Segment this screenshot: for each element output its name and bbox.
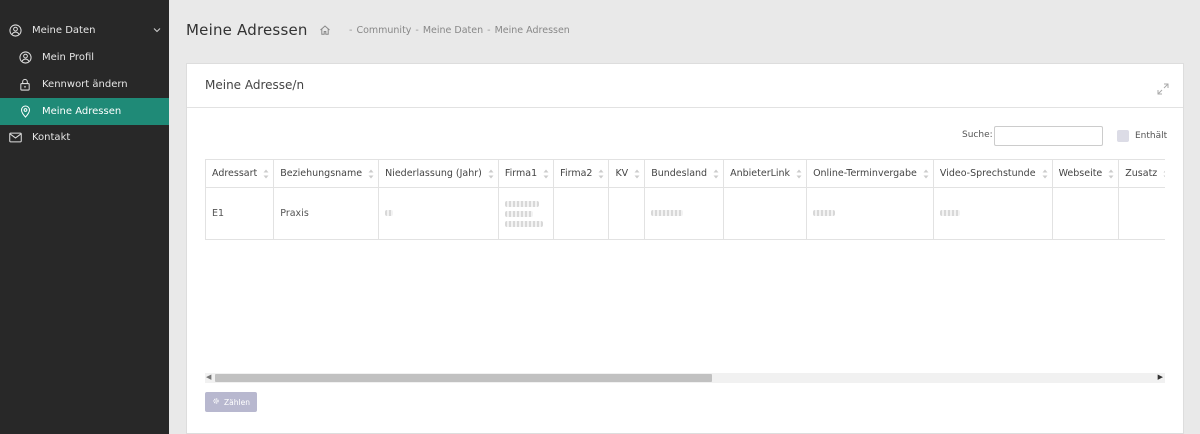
sidebar: Meine Daten Mein Profil Kennwort ändern … [0, 0, 169, 434]
search-label: Suche: [962, 130, 993, 140]
map-pin-icon [18, 105, 32, 119]
cell-video-sprechstunde [932, 187, 1053, 240]
contains-label: Enthält [1135, 131, 1168, 141]
sort-icon [634, 169, 640, 179]
column-header-webseite[interactable]: Webseite [1051, 159, 1120, 188]
scroll-right-icon[interactable]: ▶ [1158, 373, 1163, 381]
card-header: Meine Adresse/n [187, 64, 1183, 108]
addresses-table: Adressart Beziehungsname Niederlassung (… [205, 159, 1165, 240]
sidebar-group-meine-daten[interactable]: Meine Daten [0, 17, 169, 44]
cell-firma2 [553, 187, 610, 240]
lock-icon [18, 78, 32, 92]
breadcrumb-community[interactable]: Community [356, 25, 411, 36]
chevron-down-icon [153, 26, 161, 37]
sidebar-item-label: Kontakt [32, 132, 71, 143]
cell-webseite [1051, 187, 1120, 240]
redacted-text [385, 210, 394, 216]
breadcrumb-meine-daten[interactable]: Meine Daten [423, 25, 483, 36]
column-header-zusatz[interactable]: Zusatz [1118, 159, 1165, 188]
breadcrumb: - Community - Meine Daten - Meine Adress… [319, 24, 570, 36]
cell-niederlassung [378, 187, 499, 240]
table-header-row: Adressart Beziehungsname Niederlassung (… [205, 159, 1165, 188]
column-header-anbieterlink[interactable]: AnbieterLink [723, 159, 808, 188]
redacted-text [504, 220, 543, 227]
user-circle-icon [18, 51, 32, 65]
sidebar-item-mein-profil[interactable]: Mein Profil [0, 44, 169, 71]
column-header-kv[interactable]: KV [608, 159, 646, 188]
breadcrumb-meine-adressen: Meine Adressen [494, 24, 570, 36]
sidebar-item-label: Mein Profil [42, 52, 95, 63]
sort-icon [713, 169, 719, 179]
column-header-online-terminvergabe[interactable]: Online-Terminvergabe [806, 159, 934, 188]
sort-icon [1108, 169, 1114, 179]
sort-icon [368, 169, 374, 179]
sort-icon [263, 169, 269, 179]
horizontal-scrollbar[interactable]: ◀ ▶ [205, 373, 1165, 383]
sidebar-item-kontakt[interactable]: Kontakt [0, 124, 169, 151]
addresses-table-wrapper: Adressart Beziehungsname Niederlassung (… [205, 159, 1165, 375]
redacted-text [651, 210, 684, 216]
sort-icon [598, 169, 604, 179]
redacted-text [813, 210, 836, 216]
column-header-video-sprechstunde[interactable]: Video-Sprechstunde [932, 159, 1053, 188]
sort-icon [543, 169, 549, 179]
table-row[interactable]: E1 Praxis [205, 187, 1165, 240]
breadcrumb-separator: - [415, 24, 419, 36]
cell-online-terminvergabe [806, 187, 934, 240]
cell-adressart: E1 [205, 187, 275, 240]
redacted-text [504, 210, 533, 217]
user-circle-icon [8, 24, 22, 38]
cell-kv [608, 187, 646, 240]
column-header-firma1[interactable]: Firma1 [497, 159, 555, 188]
column-header-niederlassung[interactable]: Niederlassung (Jahr) [378, 159, 499, 188]
scrollbar-thumb[interactable] [215, 374, 712, 382]
gear-icon [212, 397, 220, 407]
sidebar-item-label: Meine Adressen [42, 106, 122, 117]
sidebar-group-label: Meine Daten [32, 25, 96, 36]
sort-icon [923, 169, 929, 179]
sort-icon [1042, 169, 1048, 179]
sidebar-item-label: Kennwort ändern [42, 79, 128, 90]
cell-anbieterlink [723, 187, 808, 240]
sort-icon [1163, 171, 1165, 177]
sort-icon [488, 169, 494, 179]
count-button[interactable]: Zählen [205, 392, 257, 412]
page-title: Meine Adressen [186, 21, 308, 39]
column-header-bundesland[interactable]: Bundesland [644, 159, 725, 188]
redacted-text [504, 200, 539, 207]
sort-icon [796, 169, 802, 179]
cell-bundesland [644, 187, 725, 240]
search-input[interactable] [994, 126, 1103, 146]
expand-icon[interactable] [1157, 80, 1169, 95]
count-button-label: Zählen [224, 397, 250, 407]
envelope-icon [8, 131, 22, 145]
card-title: Meine Adresse/n [205, 78, 305, 92]
sidebar-item-meine-adressen[interactable]: Meine Adressen [0, 98, 169, 125]
cell-beziehungsname: Praxis [273, 187, 380, 240]
home-icon[interactable] [319, 24, 331, 36]
cell-firma1 [497, 187, 555, 240]
sidebar-item-kennwort-aendern[interactable]: Kennwort ändern [0, 71, 169, 98]
breadcrumb-separator: - [487, 24, 491, 36]
column-header-firma2[interactable]: Firma2 [553, 159, 610, 188]
cell-zusatz [1118, 187, 1165, 240]
column-header-beziehungsname[interactable]: Beziehungsname [273, 159, 380, 188]
redacted-text [939, 210, 960, 216]
contains-checkbox[interactable] [1117, 130, 1129, 142]
scroll-left-icon[interactable]: ◀ [206, 373, 211, 381]
breadcrumb-separator: - [349, 24, 353, 36]
column-header-adressart[interactable]: Adressart [205, 159, 275, 188]
addresses-card: Meine Adresse/n Suche: Enthält Adressart… [186, 63, 1184, 434]
